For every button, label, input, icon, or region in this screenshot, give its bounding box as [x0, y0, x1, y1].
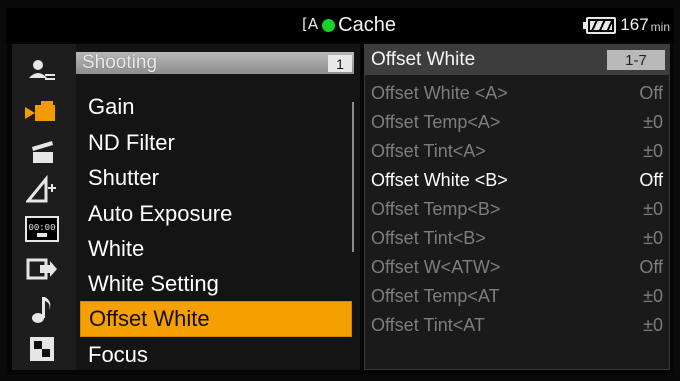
setting-value: Off	[639, 170, 663, 190]
setting-name: Offset W<ATW>	[371, 257, 501, 277]
clapper-project-icon[interactable]	[22, 136, 62, 166]
record-indicator-icon	[322, 18, 336, 32]
output-icon[interactable]	[22, 254, 62, 284]
camera-shooting-icon[interactable]	[22, 96, 62, 126]
setting-row[interactable]: Offset Tint<A> ±0	[365, 137, 669, 166]
menu-item-offset-white[interactable]: Offset White	[80, 301, 352, 337]
setting-value: ±0	[643, 199, 663, 219]
category-sidebar: 00:00	[12, 44, 78, 370]
setting-name: Offset White <B>	[371, 170, 508, 190]
status-bar: [A Cache 167 min	[6, 8, 674, 42]
setting-name: Offset White <A>	[371, 83, 508, 103]
menu-scrollbar[interactable]	[352, 102, 354, 252]
setting-row[interactable]: Offset W<ATW> Off	[365, 253, 669, 282]
shooting-menu: Shooting 1 Gain ND Filter Shutter Auto E…	[76, 44, 360, 370]
setting-name: Offset Tint<A>	[371, 141, 486, 161]
menu-item-shutter[interactable]: Shutter	[80, 161, 350, 195]
setting-value: Off	[639, 257, 663, 277]
setting-row[interactable]: Offset Temp<B> ±0	[365, 195, 669, 224]
setting-name: Offset Temp<AT	[371, 286, 500, 306]
offset-white-panel: Offset White 1-7 Offset White <A> Off Off…	[364, 44, 670, 370]
setting-value: ±0	[643, 315, 663, 335]
cache-status: [A Cache	[302, 14, 396, 36]
menu-page-badge: 1	[328, 55, 352, 72]
menu-item-focus[interactable]: Focus	[80, 338, 350, 372]
menu-item-auto-exposure[interactable]: Auto Exposure	[80, 197, 350, 231]
timecode-icon[interactable]: 00:00	[22, 214, 62, 244]
setting-name: Offset Temp<A>	[371, 112, 501, 132]
setting-name: Offset Tint<B>	[371, 228, 486, 248]
menu-item-white-setting[interactable]: White Setting	[80, 267, 350, 301]
setting-value: ±0	[643, 112, 663, 132]
menu-header: Shooting 1	[76, 52, 354, 74]
camera-menu-screen: [A Cache 167 min 00:00 Shooting 1 Gain N…	[6, 8, 674, 375]
setting-row[interactable]: Offset Tint<B> ±0	[365, 224, 669, 253]
menu-item-nd-filter[interactable]: ND Filter	[80, 126, 350, 160]
setting-value: Off	[639, 83, 663, 103]
battery-remaining: 167	[620, 15, 649, 34]
battery-icon	[583, 16, 617, 34]
media-icon: [A	[302, 15, 319, 33]
cache-label: Cache	[338, 13, 396, 36]
setting-row[interactable]: Offset White <A> Off	[365, 79, 669, 108]
svg-text:00:00: 00:00	[28, 223, 55, 233]
checker-system-icon[interactable]	[22, 334, 62, 364]
setting-row[interactable]: Offset Tint<AT ±0	[365, 311, 669, 340]
setting-row[interactable]: Offset Temp<A> ±0	[365, 108, 669, 137]
setting-row[interactable]: Offset Temp<AT ±0	[365, 282, 669, 311]
panel-title: Offset White	[371, 49, 476, 70]
battery-unit: min	[650, 20, 670, 34]
setting-value: ±0	[643, 141, 663, 161]
audio-note-icon[interactable]	[22, 294, 62, 324]
paint-adjust-icon[interactable]	[22, 174, 62, 204]
menu-item-gain[interactable]: Gain	[80, 90, 350, 124]
setting-name: Offset Temp<B>	[371, 199, 501, 219]
setting-name: Offset Tint<AT	[371, 315, 485, 335]
setting-row-active[interactable]: Offset White <B> Off	[365, 166, 669, 195]
menu-title: Shooting	[82, 52, 158, 73]
setting-value: ±0	[643, 228, 663, 248]
menu-item-white[interactable]: White	[80, 232, 350, 266]
panel-header: Offset White 1-7	[365, 45, 669, 75]
panel-page-range: 1-7	[607, 50, 665, 70]
user-menu-icon[interactable]	[22, 56, 62, 86]
setting-value: ±0	[643, 286, 663, 306]
battery-status: 167 min	[583, 14, 670, 36]
